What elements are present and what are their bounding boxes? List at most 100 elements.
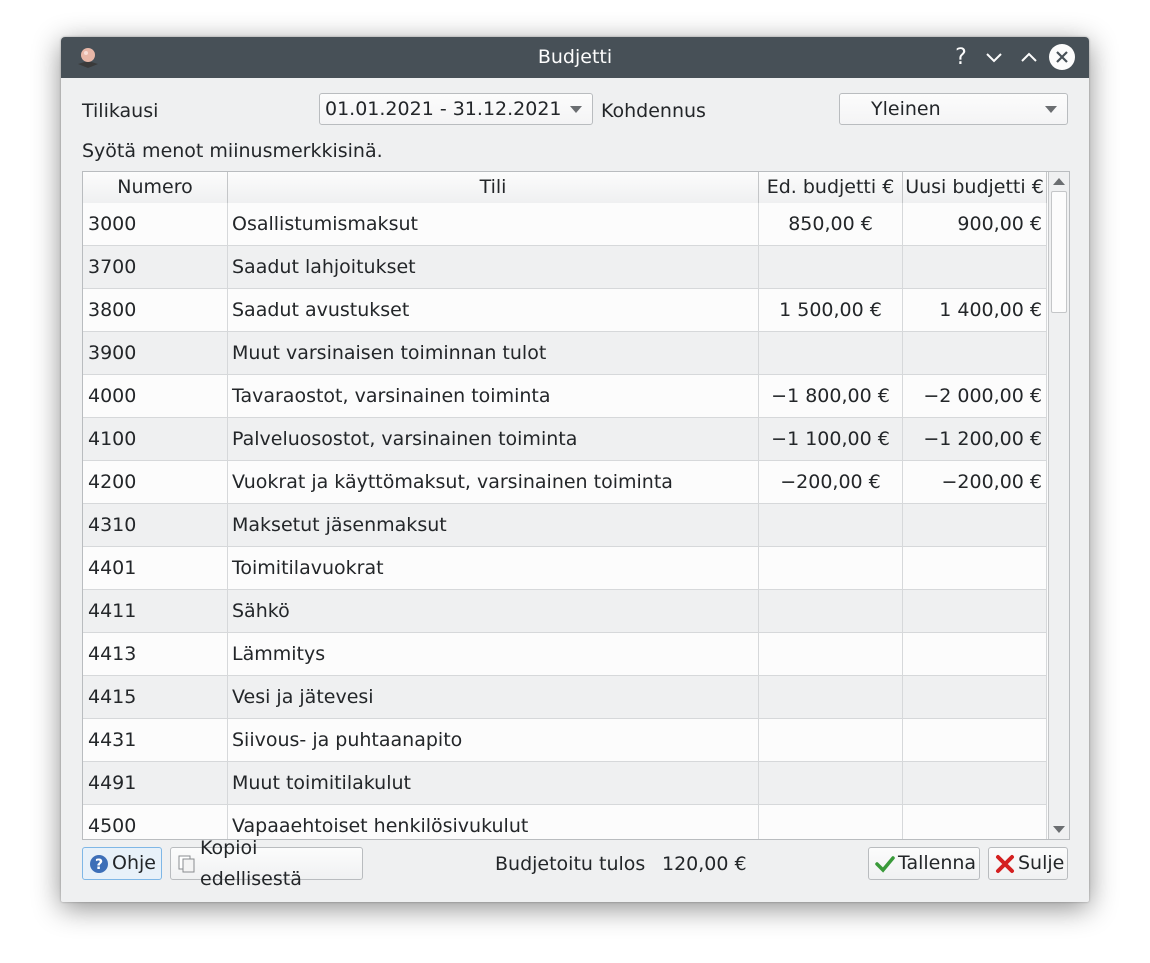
cell-numero: 4413 <box>83 633 228 675</box>
cell-tili: Osallistumismaksut <box>228 203 759 245</box>
maximize-icon[interactable] <box>1016 44 1042 70</box>
kohdennus-label: Kohdennus <box>601 100 706 122</box>
cell-uusi-budjetti[interactable] <box>903 762 1047 804</box>
cell-uusi-budjetti[interactable]: 900,00 € <box>903 203 1047 245</box>
table-row[interactable]: 3700 Saadut lahjoitukset <box>83 246 1047 289</box>
cell-ed-budjetti <box>759 676 903 718</box>
table-row[interactable]: 3800 Saadut avustukset 1 500,00 €1 400,00 … <box>83 289 1047 332</box>
cell-tili: Siivous- ja puhtaanapito <box>228 719 759 761</box>
cell-tili: Vesi ja jätevesi <box>228 676 759 718</box>
cell-ed-budjetti: −1 800,00 € <box>759 375 903 417</box>
help-icon: ? <box>89 854 109 874</box>
cell-uusi-budjetti[interactable] <box>903 504 1047 546</box>
cell-numero: 3700 <box>83 246 228 288</box>
copy-previous-button-label: Kopioi edellisestä <box>200 836 302 890</box>
cell-uusi-budjetti[interactable] <box>903 332 1047 374</box>
help-button[interactable]: ? Ohje <box>82 847 162 880</box>
kohdennus-value: Yleinen <box>871 98 941 120</box>
close-button[interactable]: Sulje <box>988 847 1068 880</box>
cell-numero: 4310 <box>83 504 228 546</box>
budget-table[interactable]: Numero Tili Ed. budjetti € Uusi budjetti… <box>82 171 1070 840</box>
cell-uusi-budjetti[interactable] <box>903 246 1047 288</box>
cell-numero: 4100 <box>83 418 228 460</box>
column-header-numero[interactable]: Numero <box>83 172 228 203</box>
cell-uusi-budjetti[interactable] <box>903 633 1047 675</box>
cell-ed-budjetti <box>759 719 903 761</box>
help-question-icon[interactable]: ? <box>948 44 974 70</box>
cell-ed-budjetti <box>759 805 903 839</box>
cell-numero: 3900 <box>83 332 228 374</box>
copy-previous-button[interactable]: Kopioi edellisestä <box>170 837 363 890</box>
table-row[interactable]: 4491 Muut toimitilakulut <box>83 762 1047 805</box>
chevron-down-icon <box>570 106 582 113</box>
table-row[interactable]: 3000 Osallistumismaksut 850,00 €900,00 € <box>83 203 1047 246</box>
scroll-down-arrow-icon[interactable] <box>1049 821 1069 839</box>
cell-tili: Vuokrat ja käyttömaksut, varsinainen toi… <box>228 461 759 503</box>
table-row[interactable]: 4413 Lämmitys <box>83 633 1047 676</box>
cell-numero: 4431 <box>83 719 228 761</box>
kohdennus-combo[interactable]: Yleinen <box>839 93 1068 125</box>
cell-tili: Toimitilavuokrat <box>228 547 759 589</box>
save-button-label: Tallenna <box>898 852 977 874</box>
cell-numero: 3000 <box>83 203 228 245</box>
cell-uusi-budjetti[interactable] <box>903 676 1047 718</box>
cell-numero: 4491 <box>83 762 228 804</box>
table-row[interactable]: 4431 Siivous- ja puhtaanapito <box>83 719 1047 762</box>
tilikausi-label: Tilikausi <box>82 100 159 122</box>
table-row[interactable]: 4200 Vuokrat ja käyttömaksut, varsinainen… <box>83 461 1047 504</box>
cell-ed-budjetti: 850,00 € <box>759 203 903 245</box>
result-value: 120,00 € <box>662 853 747 875</box>
title-bar: Budjetti ? <box>61 37 1089 78</box>
close-icon <box>995 854 1015 874</box>
cell-uusi-budjetti[interactable]: −2 000,00 € <box>903 375 1047 417</box>
cell-uusi-budjetti[interactable]: 1 400,00 € <box>903 289 1047 331</box>
cell-uusi-budjetti[interactable] <box>903 719 1047 761</box>
table-row[interactable]: 4411 Sähkö <box>83 590 1047 633</box>
table-body: 3000 Osallistumismaksut 850,00 €900,00 €37… <box>83 203 1047 839</box>
table-row[interactable]: 3900 Muut varsinaisen toiminnan tulot <box>83 332 1047 375</box>
tilikausi-combo[interactable]: 01.01.2021 - 31.12.2021 <box>319 93 593 125</box>
cell-uusi-budjetti[interactable]: −200,00 € <box>903 461 1047 503</box>
table-row[interactable]: 4401 Toimitilavuokrat <box>83 547 1047 590</box>
cell-uusi-budjetti[interactable] <box>903 547 1047 589</box>
cell-uusi-budjetti[interactable]: −1 200,00 € <box>903 418 1047 460</box>
cell-tili: Lämmitys <box>228 633 759 675</box>
cell-ed-budjetti <box>759 633 903 675</box>
cell-tili: Maksetut jäsenmaksut <box>228 504 759 546</box>
cell-tili: Sähkö <box>228 590 759 632</box>
cell-uusi-budjetti[interactable] <box>903 590 1047 632</box>
table-row[interactable]: 4310 Maksetut jäsenmaksut <box>83 504 1047 547</box>
scrollbar-thumb[interactable] <box>1051 191 1067 313</box>
minimize-icon[interactable] <box>981 44 1007 70</box>
table-row[interactable]: 4000 Tavaraostot, varsinainen toiminta −1 … <box>83 375 1047 418</box>
column-header-tili[interactable]: Tili <box>228 172 759 203</box>
cell-ed-budjetti <box>759 246 903 288</box>
save-button[interactable]: Tallenna <box>868 847 980 880</box>
cell-ed-budjetti <box>759 590 903 632</box>
help-button-label: Ohje <box>112 852 156 874</box>
svg-text:?: ? <box>95 857 103 873</box>
cell-numero: 3800 <box>83 289 228 331</box>
cell-tili: Saadut avustukset <box>228 289 759 331</box>
cell-ed-budjetti <box>759 762 903 804</box>
column-header-ed-budjetti[interactable]: Ed. budjetti € <box>759 172 903 203</box>
cell-numero: 4200 <box>83 461 228 503</box>
cell-tili: Tavaraostot, varsinainen toiminta <box>228 375 759 417</box>
cell-numero: 4415 <box>83 676 228 718</box>
cell-ed-budjetti <box>759 547 903 589</box>
close-window-icon[interactable] <box>1049 44 1075 70</box>
cell-numero: 4411 <box>83 590 228 632</box>
cell-ed-budjetti: 1 500,00 € <box>759 289 903 331</box>
checkmark-icon <box>875 854 895 874</box>
cell-ed-budjetti <box>759 504 903 546</box>
cell-ed-budjetti <box>759 332 903 374</box>
table-row[interactable]: 4415 Vesi ja jätevesi <box>83 676 1047 719</box>
chevron-down-icon <box>1045 106 1057 113</box>
scroll-up-arrow-icon[interactable] <box>1049 172 1069 190</box>
window-title: Budjetti <box>537 46 613 68</box>
cell-uusi-budjetti[interactable] <box>903 805 1047 839</box>
table-row[interactable]: 4100 Palveluosostot, varsinainen toiminta… <box>83 418 1047 461</box>
copy-icon <box>177 854 197 874</box>
column-header-uusi-budjetti[interactable]: Uusi budjetti € <box>903 172 1047 203</box>
vertical-scrollbar[interactable] <box>1048 172 1069 839</box>
